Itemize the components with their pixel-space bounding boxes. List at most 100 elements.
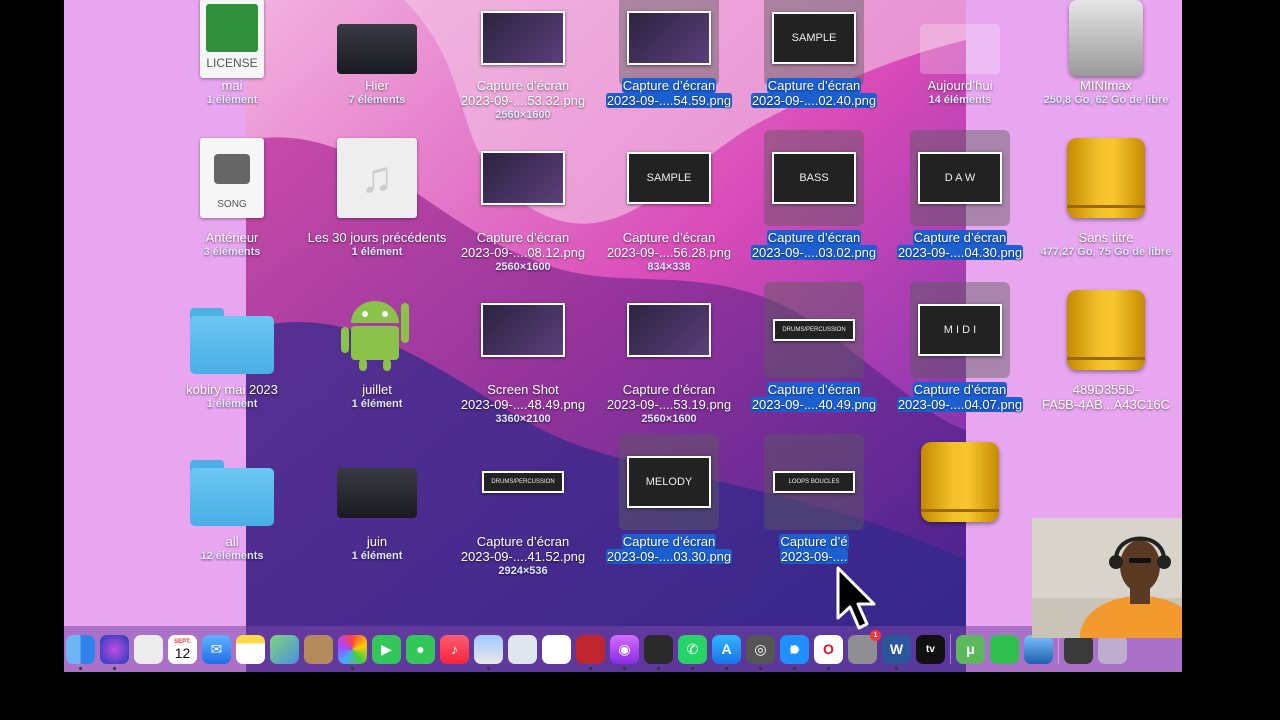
icon-filename: 2023-09-....02.40.png: [750, 93, 878, 108]
dock-whatsapp-icon[interactable]: ✆: [678, 634, 707, 670]
icon-label: juillet 1 élément: [304, 382, 450, 412]
dock: SEPT. 12 ✉ ▶ ● ♪ ◉ ✆ A ◎ ➤ O 1 Wtv μ: [64, 626, 1182, 672]
desktop-icon[interactable]: all 12 éléments: [159, 434, 305, 584]
desktop-icon[interactable]: Aujourd’hui 14 éléments: [887, 0, 1033, 140]
icon-image: SAMPLE: [764, 0, 864, 86]
icon-filename: 2023-09-....56.28.png: [606, 245, 732, 260]
desktop-icon[interactable]: SAMPLE Capture d’écran 2023-09-....56.28.p…: [596, 130, 742, 280]
desktop-icon[interactable]: Capture d’écran 2023-09-....54.59.png: [596, 0, 742, 140]
icon-info: 1 élément: [351, 398, 403, 410]
desktop-icon[interactable]: LICENSE mai 1 élément: [159, 0, 305, 140]
image-dimensions: 3360×2100: [495, 413, 551, 425]
dock-photo-booth-icon[interactable]: [576, 634, 605, 670]
dock-siri-icon[interactable]: [100, 634, 129, 670]
icon-image: [327, 0, 427, 86]
desktop-icon[interactable]: Screen Shot 2023-09-....48.49.png 3360×210…: [450, 282, 596, 432]
desktop-icon[interactable]: D A W Capture d’écran 2023-09-....04.30.pn…: [887, 130, 1033, 280]
desktop-icon[interactable]: MINImax 250,8 Go, 62 Go de libre: [1033, 0, 1179, 140]
icon-name: Capture d’écran: [476, 534, 570, 549]
screenshot-thumbnail: DRUMS/PERCUSSION: [773, 319, 855, 341]
dock-notes-icon[interactable]: [236, 634, 265, 664]
desktop-icon[interactable]: BASS Capture d’écran 2023-09-....03.02.png: [741, 130, 887, 280]
icon-image: MELODY: [619, 434, 719, 530]
document-badge-text: SONG: [217, 199, 247, 210]
desktop-icon[interactable]: [887, 434, 1033, 584]
dock-recent-window-icon[interactable]: [1064, 634, 1093, 664]
dock-launchpad-icon[interactable]: [134, 634, 163, 664]
dock-system-preferences-icon[interactable]: 1: [848, 629, 881, 664]
icon-image: DRUMS/PERCUSSION: [764, 282, 864, 378]
dock-opera-icon[interactable]: O: [814, 634, 843, 670]
desktop-icon[interactable]: juillet 1 élément: [304, 282, 450, 432]
desktop-icon[interactable]: Capture d’écran 2023-09-....53.32.png 2560…: [450, 0, 596, 140]
icon-name: juin: [366, 534, 388, 549]
icon-label: Les 30 jours précédents 1 élément: [304, 230, 450, 260]
icon-name: Hier: [365, 78, 389, 93]
running-indicator: [895, 666, 898, 670]
desktop-icon[interactable]: Sans titre 477,27 Go, 75 Go de libre: [1033, 130, 1179, 280]
dock-voice-memos-icon[interactable]: [542, 634, 571, 664]
license-document-icon: LICENSE: [200, 0, 264, 78]
icon-label: Sans titre 477,27 Go, 75 Go de libre: [1033, 230, 1179, 260]
thumbnail-text: SAMPLE: [646, 172, 692, 184]
desktop-icon[interactable]: Capture d’écran 2023-09-....53.19.png 2560…: [596, 282, 742, 432]
desktop-icon[interactable]: M I D I Capture d’écran 2023-09-....04.07.…: [887, 282, 1033, 432]
dock-facetime-icon[interactable]: ▶: [372, 634, 401, 664]
dock-numbers-icon[interactable]: [990, 634, 1019, 664]
icon-label: all 12 éléments: [159, 534, 305, 564]
icon-image: D A W: [910, 130, 1010, 226]
desktop-icon[interactable]: 489D355D- FA5B-4AB...A43C16C: [1033, 282, 1179, 432]
desktop-icon[interactable]: SAMPLE Capture d’écran 2023-09-....02.40.p…: [741, 0, 887, 140]
desktop-screen: LICENSE mai 1 élément Hier 7 éléments Capture…: [64, 0, 1182, 672]
thumbnail-text: M I D I: [943, 324, 977, 336]
dock-finder-icon[interactable]: [66, 634, 95, 670]
icon-image: [473, 282, 573, 378]
desktop-icon[interactable]: kobiry mai 2023 1 élément: [159, 282, 305, 432]
dock-podcasts-icon[interactable]: ◉: [610, 634, 639, 670]
dock-calendar-icon[interactable]: SEPT. 12: [168, 634, 197, 664]
desktop-icon[interactable]: LOOPS BOUCLES Capture d’é 2023-09-....: [741, 434, 887, 584]
dock-logic-icon[interactable]: [644, 634, 673, 670]
image-dimensions: 2560×1600: [495, 109, 551, 121]
image-dimensions: 834×338: [647, 261, 691, 273]
desktop-icon[interactable]: ♫ Les 30 jours précédents 1 élément: [304, 130, 450, 280]
icon-image: [473, 0, 573, 86]
dock-quicktime-icon[interactable]: [1024, 634, 1053, 664]
dock-contacts-icon[interactable]: [304, 634, 333, 664]
dock-word-icon[interactable]: W: [882, 634, 911, 670]
dock-screenshot-icon[interactable]: ◎: [746, 634, 775, 670]
desktop-icon[interactable]: DRUMS/PERCUSSION Capture d’écran 2023-09-.…: [450, 434, 596, 584]
icon-info: 1 élément: [206, 398, 258, 410]
icon-name: Capture d’écran: [912, 230, 1008, 245]
screenshot-glyph: ◎: [754, 640, 767, 657]
whatsapp-glyph: ✆: [686, 640, 699, 657]
icon-image: [619, 0, 719, 86]
icon-info: 1 élément: [206, 94, 258, 106]
dock-photos-icon[interactable]: [338, 634, 367, 670]
desktop-icon[interactable]: Capture d’écran 2023-09-....08.12.png 2560…: [450, 130, 596, 280]
dock-trash-icon[interactable]: [1098, 634, 1127, 664]
screenshot-thumbnail: [481, 151, 565, 205]
screenshot-thumbnail: BASS: [772, 152, 856, 204]
image-dimensions: 2560×1600: [641, 413, 697, 425]
dock-app-store-icon[interactable]: A: [712, 634, 741, 670]
screenshot-thumbnail: DRUMS/PERCUSSION: [482, 471, 564, 493]
icon-label: Capture d’écran 2023-09-....54.59.png: [596, 78, 742, 108]
desktop-icon[interactable]: DRUMS/PERCUSSION Capture d’écran 2023-09-.…: [741, 282, 887, 432]
desktop-icon[interactable]: juin 1 élément: [304, 434, 450, 584]
dock-utorrent-icon[interactable]: μ: [956, 634, 985, 664]
icon-image: [910, 0, 1010, 86]
desktop-icon[interactable]: Hier 7 éléments: [304, 0, 450, 140]
dock-mail-icon[interactable]: ✉: [202, 634, 231, 664]
dock-preview-icon[interactable]: [474, 634, 503, 670]
dock-safari-icon[interactable]: ➤: [780, 634, 809, 670]
dock-messages-icon[interactable]: ●: [406, 634, 435, 664]
dock-apple-tv-icon[interactable]: tv: [916, 634, 945, 664]
dock-music-icon[interactable]: ♪: [440, 634, 469, 664]
desktop-icon[interactable]: SONG Antérieur 3 éléments: [159, 130, 305, 280]
desktop-icon[interactable]: MELODY Capture d’écran 2023-09-....03.30.p…: [596, 434, 742, 584]
icon-image: [182, 434, 282, 530]
dock-disk-utility-icon[interactable]: [508, 634, 537, 664]
dock-maps-icon[interactable]: [270, 634, 299, 664]
thumbnail-text: MELODY: [645, 476, 693, 488]
